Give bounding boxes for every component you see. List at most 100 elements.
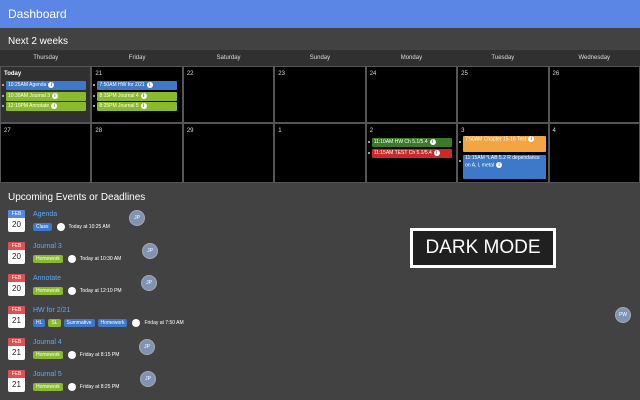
date-day: 20 bbox=[12, 220, 21, 229]
event-title-link[interactable]: Journal 5 bbox=[33, 371, 62, 378]
event-title-link[interactable]: Journal 4 bbox=[33, 339, 62, 346]
event-label: 10:30AM Journal 3 bbox=[8, 93, 50, 99]
date-day: 20 bbox=[12, 284, 21, 293]
weekday-tuesday: Tuesday bbox=[491, 55, 515, 61]
status-circle-toggle[interactable] bbox=[132, 319, 141, 327]
date-day: 21 bbox=[12, 348, 21, 357]
calendar-event[interactable]: 10:30AM Journal 3i bbox=[6, 92, 86, 101]
upcoming-item: FEB 21 Journal 5 Homework Friday at 8:25… bbox=[8, 370, 608, 394]
calendar-event[interactable]: 12:10PM Annotate i bbox=[6, 102, 86, 111]
date-badge: FEB 20 bbox=[8, 242, 25, 264]
info-icon[interactable]: i bbox=[496, 162, 503, 168]
info-icon[interactable]: i bbox=[429, 138, 436, 145]
calendar-event[interactable]: 11:15AM *LAB 5.2 R dependance on A, l, m… bbox=[463, 155, 547, 179]
calendar-event[interactable]: 8:25PM Journal 5i bbox=[97, 102, 178, 111]
avatar[interactable]: JP bbox=[139, 339, 155, 355]
status-circle-toggle[interactable] bbox=[67, 287, 76, 295]
calendar-day[interactable]: 24 bbox=[365, 66, 458, 123]
info-icon[interactable]: i bbox=[140, 102, 147, 109]
day-number: 27 bbox=[4, 128, 11, 134]
info-icon[interactable]: i bbox=[51, 102, 58, 109]
status-circle-toggle[interactable] bbox=[67, 255, 76, 263]
event-title-link[interactable]: Annotate bbox=[33, 275, 61, 282]
event-label: 8:25PM Journal 5 bbox=[99, 103, 139, 109]
weekday-header: Thursday Friday Saturday Sunday Monday T… bbox=[0, 50, 640, 66]
info-icon[interactable]: i bbox=[433, 149, 440, 156]
status-circle-toggle[interactable] bbox=[67, 351, 76, 359]
event-label: 10:25AM Agenda bbox=[8, 82, 47, 88]
day-number: 22 bbox=[186, 71, 194, 77]
info-icon[interactable]: i bbox=[48, 81, 55, 88]
upcoming-item: FEB 21 Journal 4 Homework Friday at 8:15… bbox=[8, 338, 608, 362]
calendar-event[interactable]: 7:50AM Chapter 15-16 Test i bbox=[463, 136, 547, 152]
info-icon[interactable]: i bbox=[146, 81, 153, 88]
day-number: 23 bbox=[278, 71, 285, 77]
date-month: FEB bbox=[8, 242, 25, 250]
date-month: FEB bbox=[8, 210, 25, 218]
event-when: Friday at 8:25 PM bbox=[79, 384, 120, 390]
day-number: 24 bbox=[369, 71, 377, 77]
calendar-event[interactable]: 7:50AM HW for 2/21 i bbox=[97, 81, 178, 90]
tag-badge: SL bbox=[48, 319, 61, 327]
event-title-link[interactable]: Journal 3 bbox=[33, 243, 62, 250]
weekday-friday: Friday bbox=[128, 55, 146, 61]
day-number: 29 bbox=[186, 128, 194, 134]
tag-badge: Homework bbox=[97, 319, 128, 327]
weekday-sunday: Sunday bbox=[309, 55, 331, 61]
info-icon[interactable]: i bbox=[51, 92, 58, 99]
tag-badge: Homework bbox=[33, 287, 63, 295]
avatar[interactable]: JP bbox=[140, 371, 156, 387]
calendar-day[interactable]: 25 bbox=[457, 66, 549, 123]
tag-badge: HL bbox=[33, 319, 46, 327]
status-circle-toggle[interactable] bbox=[56, 223, 65, 231]
date-month: FEB bbox=[8, 370, 25, 378]
event-dot bbox=[93, 84, 96, 86]
calendar-day[interactable]: 27 bbox=[0, 123, 92, 183]
calendar-event[interactable]: 8:15PM Journal 4i bbox=[97, 92, 178, 101]
avatar[interactable]: JP bbox=[142, 243, 158, 259]
event-tags: Class Today at 10:25 AM bbox=[33, 223, 110, 231]
tag-badge: Homework bbox=[33, 383, 63, 391]
info-icon[interactable]: i bbox=[140, 92, 147, 99]
event-title-link[interactable]: Agenda bbox=[33, 211, 57, 218]
event-dot bbox=[459, 160, 462, 162]
event-label: 11:15AM TEST Ch 5.1/5.4 bbox=[373, 150, 432, 156]
calendar-day[interactable]: 26 bbox=[548, 66, 640, 123]
event-when: Today at 10:30 AM bbox=[79, 256, 122, 262]
tag-badge: Summative bbox=[63, 319, 95, 327]
event-label: 11:15AM *LAB 5.2 R dependance on A, l, m… bbox=[465, 155, 540, 169]
calendar-day[interactable]: 3 7:50AM Chapter 15-16 Test i 11:15AM *LA… bbox=[457, 123, 549, 183]
avatar[interactable]: JP bbox=[141, 275, 157, 291]
calendar-event[interactable]: 10:25AM Agenda i bbox=[6, 81, 86, 90]
event-dot bbox=[367, 152, 370, 154]
calendar-day[interactable]: 4 bbox=[548, 123, 640, 183]
calendar-day[interactable]: 23 bbox=[274, 66, 366, 123]
day-number: 2 bbox=[369, 128, 374, 134]
date-badge: FEB 21 bbox=[8, 338, 25, 360]
calendar-day[interactable]: 28 bbox=[91, 123, 183, 183]
day-number: 3 bbox=[461, 128, 465, 134]
date-month: FEB bbox=[8, 338, 25, 346]
event-title-link[interactable]: HW for 2/21 bbox=[33, 307, 70, 314]
calendar-day[interactable]: 1 bbox=[274, 123, 366, 183]
calendar-day[interactable]: 21 7:50AM HW for 2/21 i 8:15PM Journal 4i… bbox=[91, 66, 183, 123]
dark-mode-button[interactable]: DARK MODE bbox=[410, 228, 556, 268]
calendar-day[interactable]: 29 bbox=[182, 123, 275, 183]
top-bar: Dashboard bbox=[0, 0, 640, 28]
calendar-day[interactable]: 22 bbox=[182, 66, 275, 123]
calendar-day[interactable]: 2 11:10AM HW Ch 5.1/5.4 i 11:15AM TEST Ch… bbox=[365, 123, 458, 183]
info-icon[interactable]: i bbox=[528, 136, 535, 142]
status-circle-toggle[interactable] bbox=[67, 383, 76, 391]
calendar-event[interactable]: 11:10AM HW Ch 5.1/5.4 i bbox=[371, 138, 452, 147]
event-label: 7:50AM Chapter 15-16 Test bbox=[465, 136, 527, 143]
event-dot bbox=[2, 84, 4, 86]
date-day: 21 bbox=[12, 316, 21, 325]
event-when: Today at 10:25 AM bbox=[68, 224, 110, 230]
app-title: Dashboard bbox=[8, 7, 67, 21]
avatar[interactable]: JP bbox=[129, 210, 145, 226]
day-number: 25 bbox=[461, 71, 468, 77]
avatar[interactable]: PW bbox=[615, 307, 631, 323]
weekday-monday: Monday bbox=[400, 55, 423, 61]
calendar-day-today[interactable]: Today 10:25AM Agenda i 10:30AM Journal 3i… bbox=[0, 66, 92, 123]
calendar-event[interactable]: 11:15AM TEST Ch 5.1/5.4 i bbox=[371, 149, 452, 158]
